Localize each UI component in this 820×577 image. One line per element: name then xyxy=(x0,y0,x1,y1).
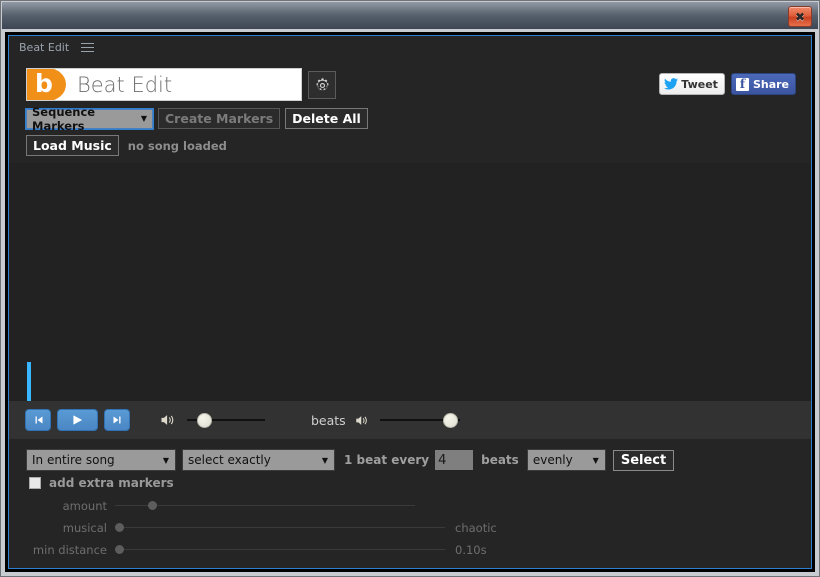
app-body: b Beat Edit Tweet f Share Sequence Marke… xyxy=(9,59,811,568)
chevron-down-icon: ▼ xyxy=(140,114,147,123)
app-title: Beat Edit xyxy=(19,41,70,54)
load-music-button[interactable]: Load Music xyxy=(26,135,119,156)
play-icon xyxy=(73,415,83,425)
song-status-text: no song loaded xyxy=(127,138,227,153)
hamburger-line xyxy=(81,43,95,44)
chevron-down-icon: ▼ xyxy=(321,455,328,465)
sequence-markers-dropdown[interactable]: Sequence Markers ▼ xyxy=(26,105,153,133)
close-icon: ✖ xyxy=(794,9,806,24)
chaotic-label: chaotic xyxy=(455,521,497,535)
mode-value: select exactly xyxy=(188,453,271,467)
waveform-timeline[interactable] xyxy=(9,163,811,404)
select-button-label: Select xyxy=(620,452,667,468)
musical-slider-knob[interactable] xyxy=(115,523,124,532)
min-distance-slider-knob[interactable] xyxy=(115,545,124,554)
add-extra-markers-checkbox[interactable] xyxy=(29,477,41,489)
load-music-row: Load Music no song loaded xyxy=(26,135,227,156)
volume-slider-knob[interactable] xyxy=(197,412,212,428)
distribution-dropdown[interactable]: evenly ▼ xyxy=(526,449,606,471)
beats-slider-knob[interactable] xyxy=(442,412,458,428)
tweet-label: Tweet xyxy=(681,77,718,91)
musical-label: musical xyxy=(62,521,107,535)
beat-edit-logo: b xyxy=(27,69,66,100)
mode-dropdown[interactable]: select exactly ▼ xyxy=(182,449,335,471)
amount-label: amount xyxy=(62,499,107,513)
tweet-button[interactable]: Tweet xyxy=(659,73,725,95)
beats-volume-slider[interactable] xyxy=(379,412,460,428)
beat-every-label: 1 beat every xyxy=(344,453,430,467)
playhead-cursor[interactable] xyxy=(27,362,31,404)
amount-slider-track xyxy=(115,505,415,506)
beats-suffix-label: beats xyxy=(481,453,519,467)
sequence-markers-value: Sequence Markers xyxy=(32,104,96,133)
add-extra-markers-row: add extra markers xyxy=(29,476,174,490)
min-distance-parameter: min distance 0.10s xyxy=(9,543,487,557)
markers-toolbar: Sequence Markers ▼ Create Markers Delete… xyxy=(26,105,368,133)
beats-number-input[interactable] xyxy=(435,450,474,470)
chevron-down-icon: ▼ xyxy=(592,455,599,465)
amount-parameter: amount xyxy=(9,499,425,513)
beats-volume-label: beats xyxy=(311,412,346,428)
speaker-icon xyxy=(161,415,174,425)
skip-next-icon xyxy=(113,416,120,424)
logo-letter: b xyxy=(35,69,53,98)
hamburger-line xyxy=(81,51,95,52)
select-button[interactable]: Select xyxy=(612,449,675,471)
musical-slider[interactable] xyxy=(115,522,445,534)
create-markers-label: Create Markers xyxy=(165,111,274,126)
transport-bar: beats xyxy=(9,401,811,439)
volume-slider[interactable] xyxy=(187,412,265,428)
musical-slider-track xyxy=(115,527,445,528)
delete-all-label: Delete All xyxy=(292,111,361,126)
brand-title-field: b Beat Edit xyxy=(26,68,302,101)
social-buttons: Tweet f Share xyxy=(659,73,796,95)
distribution-value: evenly xyxy=(532,453,573,467)
min-distance-value: 0.10s xyxy=(455,543,487,557)
window-close-button[interactable]: ✖ xyxy=(788,6,812,27)
min-distance-slider-track xyxy=(115,549,445,550)
twitter-bird-icon xyxy=(664,78,679,90)
create-markers-button[interactable]: Create Markers xyxy=(158,108,281,129)
settings-button[interactable] xyxy=(308,71,336,99)
share-label: Share xyxy=(752,77,789,91)
scope-dropdown[interactable]: In entire song ▼ xyxy=(26,449,176,471)
brand-row: b Beat Edit xyxy=(26,68,336,101)
hamburger-line xyxy=(81,47,95,48)
skip-next-button[interactable] xyxy=(104,409,130,431)
hamburger-menu-icon[interactable] xyxy=(81,42,95,53)
window-title-bar: ✖ xyxy=(2,2,818,29)
skip-previous-icon xyxy=(35,416,42,424)
play-button[interactable] xyxy=(57,409,98,431)
scope-value: In entire song xyxy=(32,453,115,467)
chevron-down-icon: ▼ xyxy=(162,455,169,465)
delete-all-button[interactable]: Delete All xyxy=(285,108,368,129)
skip-previous-button[interactable] xyxy=(25,409,51,431)
facebook-icon: f xyxy=(735,77,749,91)
title-bar-glow xyxy=(2,2,818,16)
amount-slider-knob[interactable] xyxy=(148,501,157,510)
amount-slider[interactable] xyxy=(115,500,415,512)
selection-controls-row: In entire song ▼ select exactly ▼ 1 beat… xyxy=(9,445,811,475)
facebook-share-button[interactable]: f Share xyxy=(730,73,796,95)
add-extra-markers-label: add extra markers xyxy=(49,476,174,490)
beats-volume-speaker xyxy=(355,414,370,427)
musical-parameter: musical chaotic xyxy=(9,521,497,535)
min-distance-slider[interactable] xyxy=(115,544,445,556)
volume-speaker xyxy=(160,413,177,427)
load-music-label: Load Music xyxy=(33,138,112,153)
brand-title-text: Beat Edit xyxy=(77,72,173,97)
application-panel: Beat Edit b Beat Edit Tweet f Share Sequ… xyxy=(8,35,812,569)
min-distance-label: min distance xyxy=(32,543,107,557)
app-header-bar: Beat Edit xyxy=(9,36,811,59)
speaker-icon xyxy=(355,415,367,425)
os-window: ✖ Beat Edit b Beat Edit Tweet f Share Se… xyxy=(0,0,820,577)
gear-icon xyxy=(316,77,328,90)
